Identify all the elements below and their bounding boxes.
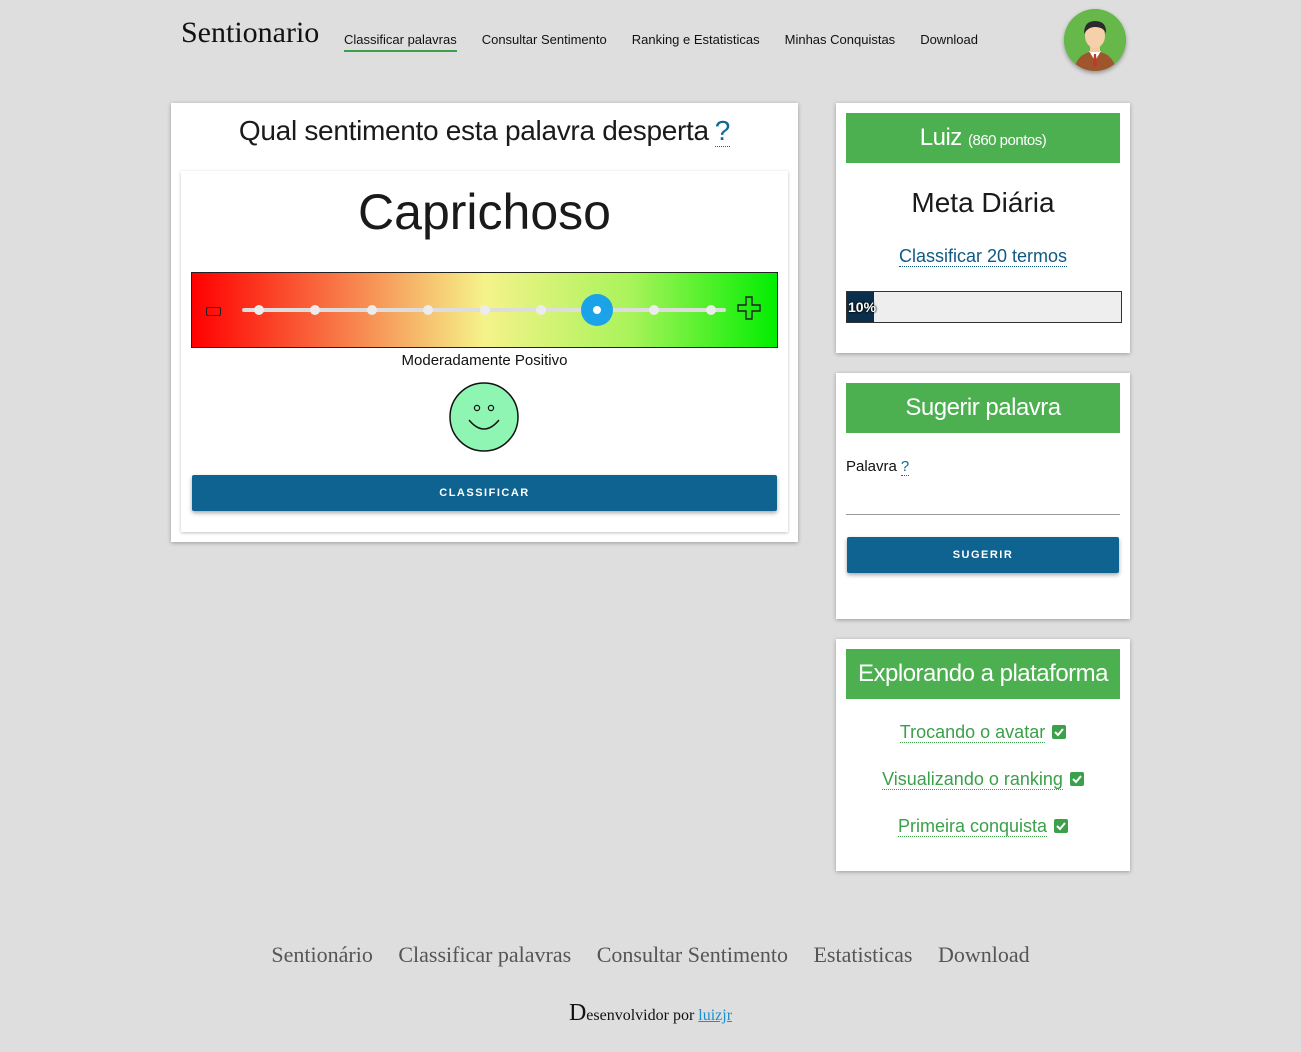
progress-text: 10% — [848, 299, 877, 315]
suggest-button[interactable]: SUGERIR — [847, 537, 1119, 573]
achievement-link[interactable]: Trocando o avatar — [899, 722, 1046, 743]
explore-title: Explorando a plataforma — [846, 649, 1120, 699]
top-header: Sentionario Classificar palavras Consult… — [0, 0, 1301, 80]
achievement-item: Primeira conquista — [836, 816, 1130, 837]
question-text: Qual sentimento esta palavra desperta — [238, 115, 709, 146]
smiley-face-icon — [449, 382, 519, 452]
credit-initial: D — [568, 1000, 587, 1026]
classify-card: Qual sentimento esta palavra desperta? C… — [171, 103, 798, 542]
sentiment-slider[interactable] — [191, 272, 778, 348]
plus-icon[interactable] — [736, 295, 762, 321]
nav-minhas-conquistas[interactable]: Minhas Conquistas — [785, 32, 896, 52]
developer-link[interactable]: luizjr — [698, 1007, 732, 1024]
minus-icon[interactable] — [206, 307, 221, 316]
help-tooltip-trigger[interactable]: ? — [900, 458, 910, 476]
nav-classificar-palavras[interactable]: Classificar palavras — [344, 32, 457, 52]
slider-step[interactable] — [254, 305, 264, 315]
user-avatar-icon[interactable] — [1064, 9, 1126, 71]
user-points: (860 pontos) — [967, 132, 1047, 149]
explore-platform-card: Explorando a plataforma Trocando o avata… — [836, 639, 1130, 871]
goal-task-link[interactable]: Classificar 20 termos — [898, 246, 1068, 267]
achievement-link[interactable]: Visualizando o ranking — [882, 769, 1063, 790]
user-points-header: Luiz (860 pontos) — [846, 113, 1120, 163]
achievement-item: Visualizando o ranking — [836, 769, 1130, 790]
brand-logo[interactable]: Sentionario — [181, 16, 319, 50]
slider-thumb[interactable] — [581, 294, 613, 326]
slider-step[interactable] — [706, 305, 716, 315]
achievement-link[interactable]: Primeira conquista — [897, 816, 1048, 837]
word-field-label-text: Palavra — [846, 458, 897, 475]
goal-task: Classificar 20 termos — [836, 246, 1130, 267]
developer-credit: Desenvolvidor por luizjr — [0, 1000, 1301, 1027]
goal-progress-bar: 10% — [846, 291, 1122, 323]
suggest-title: Sugerir palavra — [846, 383, 1120, 433]
slider-step[interactable] — [423, 305, 433, 315]
slider-step[interactable] — [536, 305, 546, 315]
checkbox-checked-icon — [1052, 725, 1067, 739]
daily-goal-card: Luiz (860 pontos) Meta Diária Classifica… — [836, 103, 1130, 353]
word-panel: Caprichoso Moderadamente Positivo CLASSI… — [181, 171, 788, 532]
nav-download[interactable]: Download — [920, 32, 978, 52]
slider-step[interactable] — [310, 305, 320, 315]
slider-step[interactable] — [367, 305, 377, 315]
suggest-word-card: Sugerir palavra Palavra? SUGERIR — [836, 373, 1130, 619]
word-field-label: Palavra? — [846, 458, 910, 476]
question-heading: Qual sentimento esta palavra desperta? — [171, 115, 798, 147]
nav-ranking-estatisticas[interactable]: Ranking e Estatisticas — [632, 32, 760, 52]
footer-link-sentionario[interactable]: Sentionário — [271, 942, 372, 967]
credit-text: esenvolvidor por — [586, 1007, 695, 1024]
word-to-classify: Caprichoso — [358, 184, 611, 240]
footer-nav: Sentionário Classificar palavras Consult… — [0, 942, 1301, 968]
slider-step[interactable] — [649, 305, 659, 315]
footer-link-classificar[interactable]: Classificar palavras — [398, 942, 571, 967]
achievement-item: Trocando o avatar — [836, 722, 1130, 743]
footer-link-estatisticas[interactable]: Estatisticas — [813, 942, 912, 967]
classify-button[interactable]: CLASSIFICAR — [192, 475, 777, 511]
checkbox-checked-icon — [1054, 819, 1069, 833]
checkbox-checked-icon — [1069, 772, 1084, 786]
goal-title: Meta Diária — [911, 187, 1055, 218]
footer-link-download[interactable]: Download — [938, 942, 1030, 967]
nav-consultar-sentimento[interactable]: Consultar Sentimento — [482, 32, 607, 52]
sentiment-label: Moderadamente Positivo — [401, 352, 568, 369]
main-nav: Classificar palavras Consultar Sentiment… — [344, 32, 1003, 52]
help-tooltip-trigger[interactable]: ? — [714, 115, 730, 147]
slider-step[interactable] — [480, 305, 490, 315]
user-name: Luiz — [919, 124, 963, 151]
suggest-word-input[interactable] — [846, 486, 1120, 515]
footer-link-consultar[interactable]: Consultar Sentimento — [597, 942, 788, 967]
